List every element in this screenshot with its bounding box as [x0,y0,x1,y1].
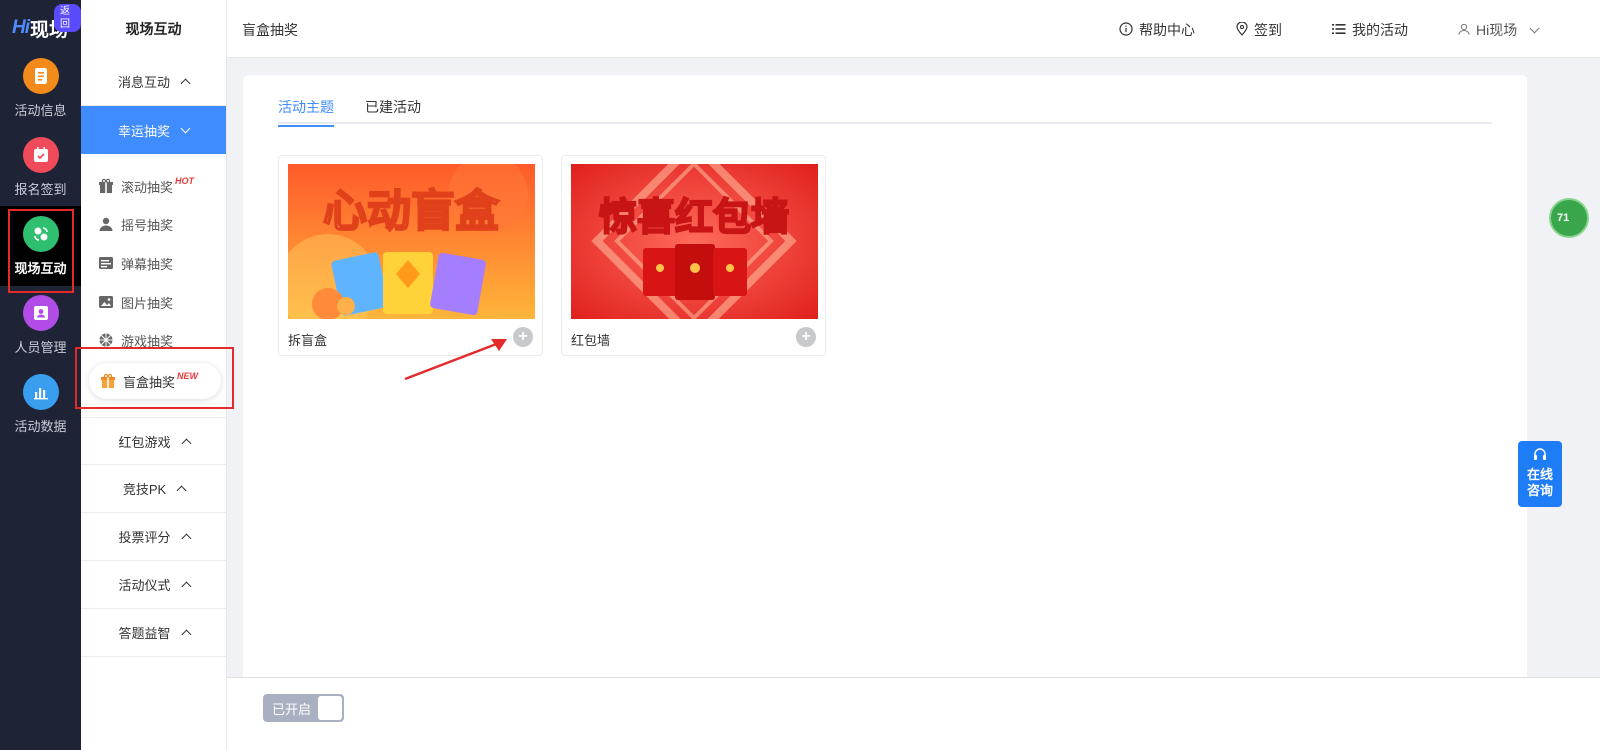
subitem-label: 图片抽奖 [121,295,174,311]
rail-label: 活动信息 [14,102,67,118]
bottom-bar: 已开启 [227,677,1600,750]
checkin-calendar-icon [22,136,59,173]
image-icon [97,294,115,310]
subitem-label: 摇号抽奖 [121,217,174,233]
people-icon [22,294,59,331]
card-label: 红包墙 [571,333,611,348]
rail-label: 人员管理 [14,339,67,355]
group-label: 活动仪式 [118,578,171,593]
group-label: 红包游戏 [118,434,171,450]
main-panel: 活动主题 已建活动 心动盲盒 拆盲盒 + 惊喜红包墙 红包墙 + [243,75,1527,685]
group-message-interaction[interactable]: 消息互动 [81,58,226,106]
tab-created-activities[interactable]: 已建活动 [365,97,421,125]
my-activities-label: 我的活动 [1352,22,1408,38]
help-center-link[interactable]: 帮助中心 [1119,20,1195,40]
toggle-knob [318,696,342,720]
user-icon [97,216,115,232]
theme-card-blind-box[interactable]: 心动盲盒 拆盲盒 + [278,155,543,356]
group-voting[interactable]: 投票评分 [81,513,227,561]
rail-label: 活动数据 [14,418,67,434]
add-icon[interactable]: + [513,327,533,347]
annotation-arrow [404,339,507,381]
page-title: 盲盒抽奖 [242,22,298,38]
consult-label-1: 在线 [1526,467,1553,482]
chevron-up-icon [181,581,191,592]
location-pin-icon [1236,20,1248,39]
card-label: 拆盲盒 [288,333,328,348]
chevron-up-icon [176,485,187,496]
tab-bar: 活动主题 已建活动 [278,97,1492,127]
banner-title: 心动盲盒 [323,186,500,237]
group-ceremony[interactable]: 活动仪式 [81,561,227,609]
back-badge[interactable]: 返回 [54,4,81,32]
consult-label-2: 咨询 [1526,483,1553,498]
floating-counter-badge[interactable]: 71 [1549,198,1589,238]
group-red-packet-games[interactable]: 红包游戏 [81,417,227,465]
rail-label: 报名签到 [14,181,67,197]
theme-card-red-packet-wall[interactable]: 惊喜红包墙 红包墙 + [561,155,826,356]
help-center-label: 帮助中心 [1139,22,1195,38]
group-label: 投票评分 [118,530,171,545]
submenu-title: 现场互动 [125,21,182,37]
checkin-link[interactable]: 签到 [1236,20,1282,40]
chevron-up-icon [181,533,191,544]
add-icon[interactable]: + [796,327,816,347]
rail-item-people[interactable]: 人员管理 [0,285,81,365]
user-icon [1458,22,1470,38]
blind-box-banner-image: 心动盲盒 [288,164,535,319]
wheel-icon [97,332,115,348]
info-icon [1119,21,1133,39]
subitem-rolling-draw[interactable]: 滚动抽奖 HOT [81,168,227,204]
group-quiz[interactable]: 答题益智 [81,609,227,657]
tab-activity-theme[interactable]: 活动主题 [278,97,334,127]
chevron-up-icon [180,78,191,89]
group-label: 答题益智 [118,626,171,641]
enable-toggle[interactable]: 已开启 [263,694,344,722]
group-pk[interactable]: 竞技PK [81,465,227,513]
annotation-highlight-box [8,209,74,293]
group-label: 消息互动 [117,75,170,90]
red-packet-banner-image: 惊喜红包墙 [571,164,818,319]
rail-item-activity-info[interactable]: 活动信息 [0,48,81,128]
banner-title: 惊喜红包墙 [599,195,789,239]
chevron-down-icon [1529,23,1540,33]
subitem-number-draw[interactable]: 摇号抽奖 [81,206,227,242]
user-name: Hi现场 [1476,22,1518,38]
group-lucky-draw[interactable]: 幸运抽奖 [81,106,226,154]
app-rail: Hi 现场 返回 活动信息 报名签到 现场互动 人员管理 活动数据 [0,0,81,750]
my-activities-link[interactable]: 我的活动 [1332,20,1408,40]
chevron-up-icon [181,629,191,640]
subitem-label: 滚动抽奖 [121,179,174,195]
gift-icon [97,178,115,194]
headset-icon [1532,447,1548,467]
subitem-bullet-draw[interactable]: 弹幕抽奖 [81,245,227,281]
logo-hi: Hi [12,17,30,38]
annotation-highlight-box [75,347,234,409]
group-label: 竞技PK [122,482,167,497]
online-consult-button[interactable]: 在线 咨询 [1518,441,1562,507]
bar-chart-icon [22,373,59,410]
rail-item-signup[interactable]: 报名签到 [0,127,81,207]
checkin-label: 签到 [1254,22,1282,38]
barrage-icon [97,255,115,271]
subitem-label: 弹幕抽奖 [121,256,174,272]
document-icon [22,57,59,94]
scrollbar[interactable] [1588,58,1600,677]
subitem-image-draw[interactable]: 图片抽奖 [81,284,227,320]
toggle-label: 已开启 [272,701,312,717]
chevron-down-icon [180,123,191,133]
user-menu[interactable]: Hi现场 [1458,20,1540,40]
group-label: 幸运抽奖 [117,123,170,139]
hot-badge: HOT [175,176,195,186]
top-header: 盲盒抽奖 帮助中心 签到 我的活动 Hi现场 [227,0,1600,58]
rail-item-data[interactable]: 活动数据 [0,364,81,444]
chevron-up-icon [181,438,191,448]
list-icon [1332,22,1346,38]
